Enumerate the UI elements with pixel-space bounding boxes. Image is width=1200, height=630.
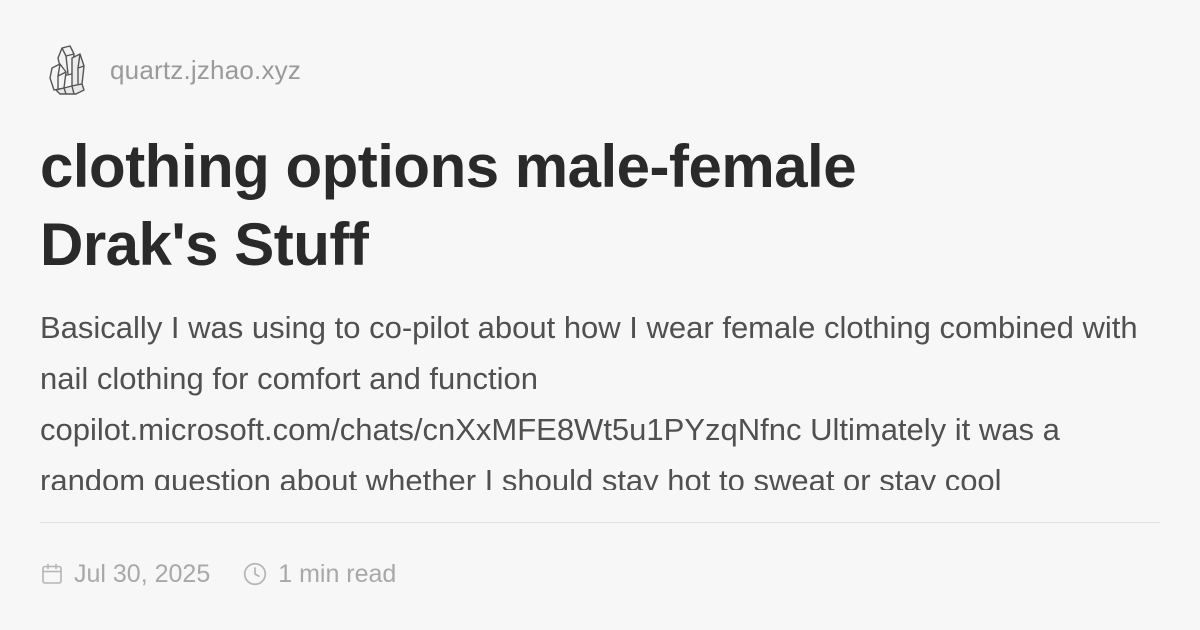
- article-excerpt: Basically I was using to co-pilot about …: [40, 310, 1138, 490]
- crystal-icon: [49, 45, 85, 95]
- site-name[interactable]: quartz.jzhao.xyz: [110, 55, 301, 86]
- article-meta: Jul 30, 2025 1 min read: [40, 556, 396, 592]
- divider: [40, 522, 1160, 523]
- reading-time: 1 min read: [242, 560, 396, 589]
- clock-icon: [244, 562, 267, 586]
- page-title-line-2: Drak's Stuff: [40, 211, 369, 278]
- site-header: quartz.jzhao.xyz: [48, 44, 301, 96]
- og-card: quartz.jzhao.xyz clothing options male-f…: [0, 0, 1200, 630]
- page-title-line-1: clothing options male-female: [40, 133, 857, 200]
- page-title: clothing options male-female Drak's Stuf…: [40, 128, 1160, 284]
- calendar-icon: [42, 563, 62, 584]
- publish-date-text: Jul 30, 2025: [74, 559, 211, 588]
- publish-date: Jul 30, 2025: [40, 560, 210, 589]
- reading-time-text: 1 min read: [278, 559, 397, 588]
